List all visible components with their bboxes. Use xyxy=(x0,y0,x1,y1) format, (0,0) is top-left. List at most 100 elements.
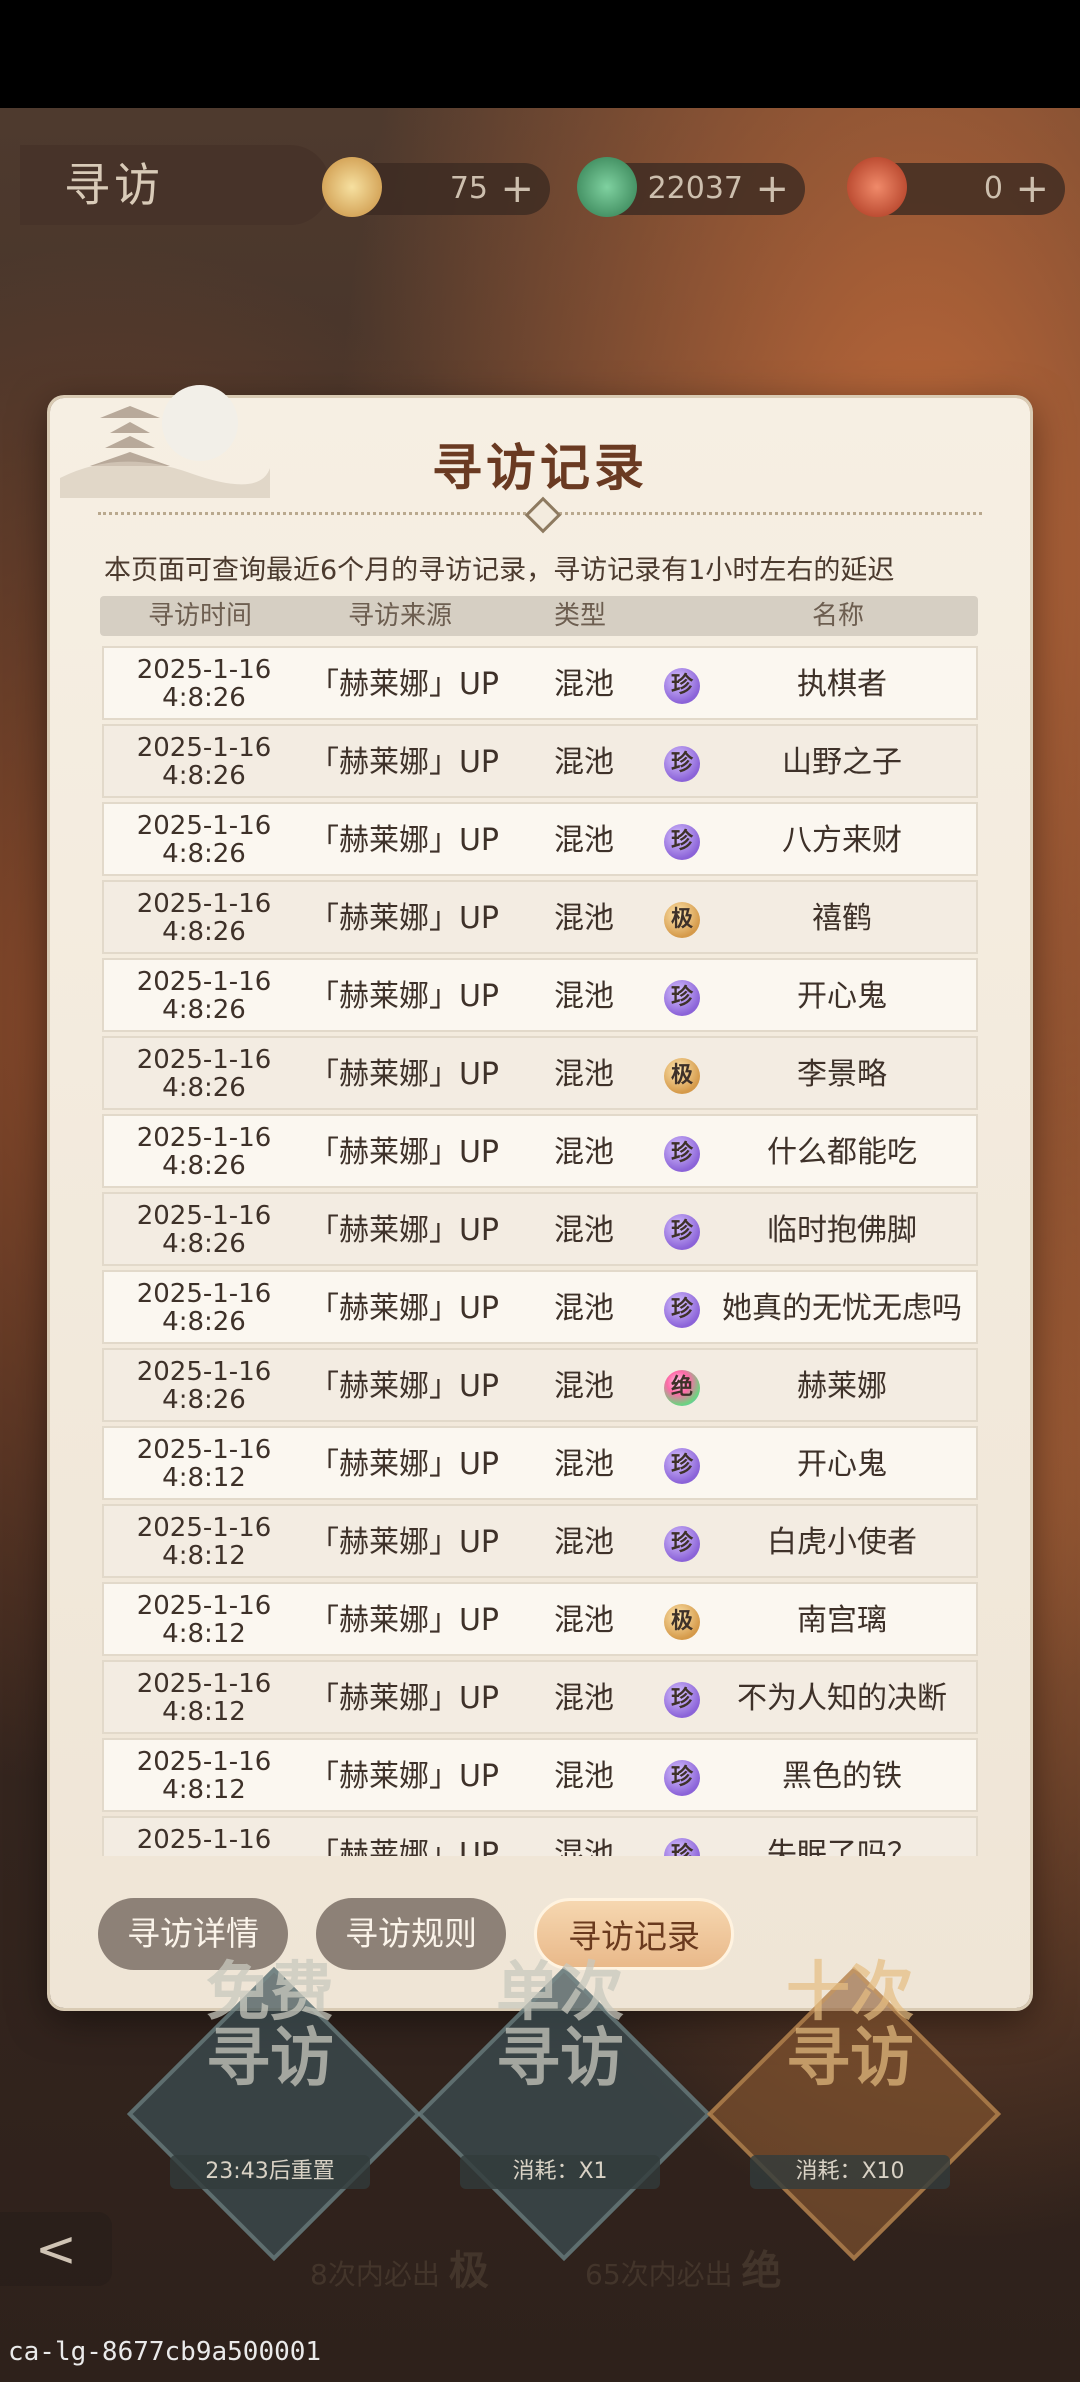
row-source: 「赫莱娜」UP xyxy=(308,1291,500,1326)
row-clock: 4:8:12 xyxy=(162,1463,246,1493)
row-time: 2025-1-16 4:8:26 xyxy=(104,726,304,800)
row-type: 混池 xyxy=(554,823,614,858)
row-type: 混池 xyxy=(554,667,614,702)
row-time: 2025-1-164:8:12 xyxy=(104,1662,304,1736)
row-source: 「赫莱娜」UP xyxy=(308,1681,500,1716)
table-row: 2025-1-16 4:8:26 「赫莱娜」UP 混池珍她真的无忧无虑吗 xyxy=(102,1270,978,1344)
row-source: 「赫莱娜」UP xyxy=(308,1135,500,1170)
row-name: 赫莱娜 xyxy=(797,1369,887,1404)
rarity-badge-icon: 珍 xyxy=(664,1838,700,1856)
row-source: 「赫莱娜」UP xyxy=(308,1057,500,1092)
add-jade-coin-button[interactable]: + xyxy=(755,163,789,215)
table-row: 2025-1-16 4:8:12 「赫莱娜」UP 混池珍黑色的铁 xyxy=(102,1738,978,1812)
table-row: 2025-1-16 4:8:26 「赫莱娜」UP 混池珍开心鬼 xyxy=(102,958,978,1032)
row-name: 八方来财 xyxy=(782,823,902,858)
rarity-badge-icon: 珍 xyxy=(664,1760,700,1796)
pity-badge-jue: 绝 xyxy=(741,2247,782,2294)
jade-coin-icon xyxy=(577,157,637,217)
modal-title: 寻访记录 xyxy=(432,438,648,497)
free-draw-reset-timer: 23:43后重置 xyxy=(170,2155,370,2189)
resource-jade-coin[interactable]: 22037 + xyxy=(577,157,805,217)
row-type: 混池 xyxy=(554,1681,614,1716)
row-date: 2025-1-16 xyxy=(136,1825,272,1855)
table-row: 2025-1-16 4:8:26 「赫莱娜」UP 混池珍临时抱佛脚 xyxy=(102,1192,978,1266)
table-row: 2025-1-16 4:8:26 「赫莱娜」UP 混池珍什么都能吃 xyxy=(102,1114,978,1188)
flower-token-icon xyxy=(322,157,382,217)
row-type: 混池 xyxy=(554,979,614,1014)
rarity-badge-icon: 珍 xyxy=(664,668,700,704)
row-time: 2025-1-164:8:12 xyxy=(104,1818,304,1856)
table-row: 2025-1-16 4:8:26 「赫莱娜」UP 混池 极 禧鹤 xyxy=(102,880,978,954)
status-bar xyxy=(0,0,1080,108)
row-time: 2025-1-164:8:12 xyxy=(104,1506,304,1580)
rarity-badge-icon: 极 xyxy=(664,1604,700,1640)
column-header-time: 寻访时间 xyxy=(147,601,252,631)
row-type: 混池 xyxy=(554,1525,614,1560)
resource-value: 22037 xyxy=(647,171,743,206)
red-ticket-icon xyxy=(847,157,907,217)
pity-counter-ji: 8次内必出 极 xyxy=(310,2238,489,2296)
table-row: 2025-1-16 4:8:26 「赫莱娜」UP 混池珍山野之子 xyxy=(102,724,978,798)
row-name: 禧鹤 xyxy=(812,901,872,936)
pity-badge-ji: 极 xyxy=(448,2247,489,2294)
row-clock: 4:8:12 xyxy=(162,1619,246,1649)
row-type: 混池 xyxy=(554,1369,614,1404)
row-clock: 4:8:26 xyxy=(162,1307,246,1337)
row-source: 「赫莱娜」UP xyxy=(308,1369,500,1404)
table-row: 2025-1-164:8:12「赫莱娜」UP混池珍失眠了吗？ xyxy=(102,1816,978,1856)
table-row: 2025-1-16 4:8:12 「赫莱娜」UP 混池珍开心鬼 xyxy=(102,1426,978,1500)
table-row: 2025-1-16 4:8:12 「赫莱娜」UP 混池珍不为人知的决断 xyxy=(102,1660,978,1734)
row-time: 2025-1-16 4:8:26 xyxy=(104,1350,304,1424)
row-name: 白虎小使者 xyxy=(767,1525,917,1560)
row-date: 2025-1-16 xyxy=(136,655,272,685)
row-name: 不为人知的决断 xyxy=(737,1681,947,1716)
record-list[interactable]: 2025-1-16 4:8:26 「赫莱娜」UP 混池珍执棋者 2025-1-16 4:8… xyxy=(102,646,978,1856)
row-type: 混池 xyxy=(554,745,614,780)
row-clock: 4:8:26 xyxy=(162,1385,246,1415)
column-header-type: 类型 xyxy=(553,601,606,631)
rarity-badge-icon: 珍 xyxy=(664,1448,700,1484)
row-clock: 4:8:26 xyxy=(162,1229,246,1259)
resource-red-ticket[interactable]: 0 + xyxy=(847,157,1065,217)
add-red-ticket-button[interactable]: + xyxy=(1015,163,1049,215)
rarity-badge-icon: 极 xyxy=(664,902,700,938)
resource-value: 0 xyxy=(983,171,1003,206)
row-type: 混池 xyxy=(554,901,614,936)
row-time: 2025-1-16 4:8:26 xyxy=(104,882,304,956)
row-time: 2025-1-164:8:12 xyxy=(104,1584,304,1658)
row-clock: 4:8:12 xyxy=(162,1775,246,1805)
row-name: 山野之子 xyxy=(782,745,902,780)
row-name: 开心鬼 xyxy=(797,1447,887,1482)
row-source: 「赫莱娜」UP xyxy=(308,1603,500,1638)
row-time: 2025-1-164:8:12 xyxy=(104,1740,304,1814)
row-date: 2025-1-16 xyxy=(136,733,272,763)
pity-counter-jue: 65次内必出 绝 xyxy=(585,2238,782,2296)
back-button[interactable]: < xyxy=(0,2212,112,2286)
pity-text: 65次内必出 xyxy=(585,2258,733,2291)
row-source: 「赫莱娜」UP xyxy=(308,1837,500,1856)
rarity-badge-icon: 珍 xyxy=(664,1214,700,1250)
row-type: 混池 xyxy=(554,1603,614,1638)
row-clock: 4:8:26 xyxy=(162,839,246,869)
table-row: 2025-1-16 4:8:26 「赫莱娜」UP 混池珍八方来财 xyxy=(102,802,978,876)
row-date: 2025-1-16 xyxy=(136,1669,272,1699)
rarity-badge-icon: 珍 xyxy=(664,746,700,782)
row-date: 2025-1-16 xyxy=(136,1747,272,1777)
table-row: 2025-1-16 4:8:12 「赫莱娜」UP 混池珍白虎小使者 xyxy=(102,1504,978,1578)
resource-flower-token[interactable]: 75 + xyxy=(322,157,550,217)
row-source: 「赫莱娜」UP xyxy=(308,901,500,936)
table-row: 2025-1-16 4:8:26 「赫莱娜」UP 混池极李景略 xyxy=(102,1036,978,1110)
divider-ornament xyxy=(524,496,562,534)
add-flower-token-button[interactable]: + xyxy=(500,163,534,215)
row-time: 2025-1-16 4:8:26 xyxy=(104,648,304,722)
row-date: 2025-1-16 xyxy=(136,1435,272,1465)
row-type: 混池 xyxy=(554,1837,614,1856)
ten-draw-cost: 消耗：X10 xyxy=(750,2155,950,2189)
row-date: 2025-1-16 xyxy=(136,1513,272,1543)
single-draw-title: 单次 寻访 xyxy=(496,1955,624,2096)
device-id-label: ca-lg-8677cb9a500001 xyxy=(8,2337,322,2367)
row-clock: 4:8:12 xyxy=(162,1697,246,1727)
notice-text: 本页面可查询最近6个月的寻访记录，寻访记录有1小时左右的延迟 xyxy=(104,555,895,586)
row-source: 「赫莱娜」UP xyxy=(308,1213,500,1248)
row-date: 2025-1-16 xyxy=(136,1201,272,1231)
